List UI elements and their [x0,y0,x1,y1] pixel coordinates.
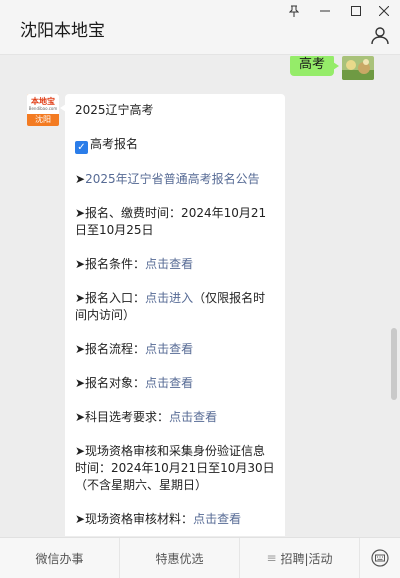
minimize-icon[interactable] [314,3,336,19]
checkbox-icon: ✓ [75,141,88,154]
list-item: ➤报名条件：点击查看 [75,257,194,271]
list-item: ➤报名入口：点击进入（仅限报名时间内访问） [75,291,266,322]
notice-item: ➤2025年辽宁省普通高考报名公告 [75,172,260,186]
entry-link[interactable]: 点击进入 [145,291,193,305]
process-link[interactable]: 点击查看 [145,342,193,356]
profile-icon[interactable] [370,25,390,45]
list-item: ➤报名、缴费时间：2024年10月21日至10月25日 [75,206,267,237]
section-heading: ✓ 高考报名 [75,136,275,154]
title-bar: 沈阳本地宝 [0,0,400,55]
list-item: ➤现场资格审核和采集身份验证信息时间：2024年10月21日至10月30日（不含… [75,444,275,492]
subject-link[interactable]: 点击查看 [169,410,217,424]
user-avatar[interactable] [342,56,374,80]
close-icon[interactable] [373,3,395,19]
avatar-brand: 本地宝 [31,97,55,106]
incoming-bubble: 2025辽宁高考 ✓ 高考报名 ➤2025年辽宁省普通高考报名公告 ➤报名、缴费时… [60,94,285,536]
outgoing-message: 高考 [289,56,374,80]
menu-jobs-label: 招聘|活动 [280,551,333,566]
pin-icon[interactable] [283,3,305,19]
scrollbar[interactable] [391,328,397,400]
bottom-menu: 微信办事 特惠优选 ≡ 招聘|活动 [0,537,400,578]
list-item: ➤现场资格审核材料：点击查看 [75,512,242,526]
menu-jobs-events[interactable]: ≡ 招聘|活动 [240,538,360,578]
section-label: 高考报名 [90,137,139,151]
keyboard-icon[interactable] [360,538,400,578]
outgoing-bubble[interactable]: 高考 [289,56,340,76]
conditions-link[interactable]: 点击查看 [145,257,193,271]
maximize-icon[interactable] [345,3,367,19]
avatar-city: 沈阳 [35,115,51,124]
window-title: 沈阳本地宝 [20,21,105,41]
list-item: ➤科目选考要求：点击查看 [75,410,218,424]
notice-link[interactable]: 2025年辽宁省普通高考报名公告 [85,172,260,186]
chat-area[interactable]: 高考 本地宝 Bendibao.com 沈阳 2025辽宁高考 ✓ 高考报名 ➤2… [0,56,400,536]
list-item: ➤报名流程：点击查看 [75,342,194,356]
materials-link[interactable]: 点击查看 [193,512,241,526]
avatar-subtitle: Bendibao.com [28,106,58,111]
bot-avatar[interactable]: 本地宝 Bendibao.com 沈阳 [27,94,59,126]
message-title: 2025辽宁高考 [75,103,154,117]
menu-deals[interactable]: 特惠优选 [120,538,240,578]
list-item: ➤报名对象：点击查看 [75,376,194,390]
menu-list-icon: ≡ [266,551,277,565]
target-link[interactable]: 点击查看 [145,376,193,390]
menu-wechat-service[interactable]: 微信办事 [0,538,120,578]
